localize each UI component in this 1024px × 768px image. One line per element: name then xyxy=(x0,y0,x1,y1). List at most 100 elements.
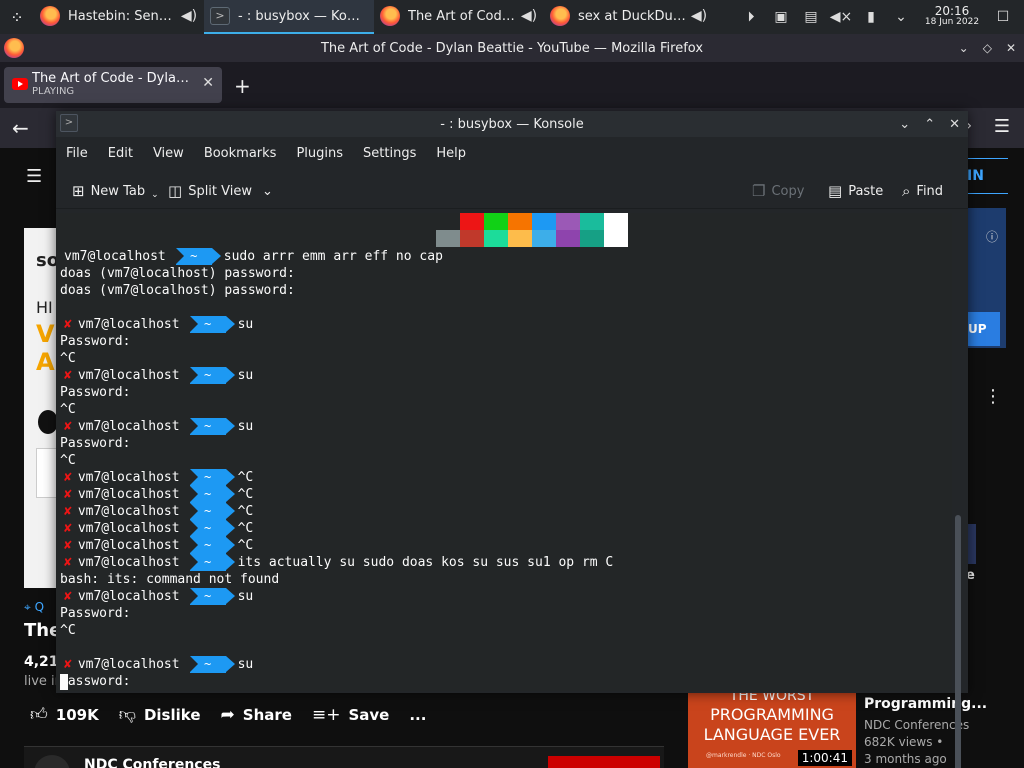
back-arrow-icon[interactable]: ← xyxy=(12,116,29,140)
more-options-icon[interactable]: ⋮ xyxy=(984,386,1002,407)
maximize-icon[interactable]: ⌃ xyxy=(924,117,935,132)
side-ad-button[interactable]: UP xyxy=(966,312,1000,346)
prompt-host: vm7@localhost xyxy=(77,368,180,383)
scrollbar[interactable] xyxy=(953,213,965,768)
speaker-icon[interactable]: ◀) xyxy=(180,8,198,24)
minimize-icon[interactable]: ⌄ xyxy=(899,117,910,132)
clock-time: 20:16 xyxy=(934,4,970,18)
dislike-button[interactable]: 👎︎ Dislike xyxy=(119,704,201,725)
taskbar-item-konsole[interactable]: > - : busybox — Konsole xyxy=(204,0,374,34)
menu-help[interactable]: Help xyxy=(436,146,466,161)
palette-swatch xyxy=(604,230,628,247)
menu-edit[interactable]: Edit xyxy=(108,146,133,161)
minimize-icon[interactable]: ⌄ xyxy=(959,41,969,55)
save-button[interactable]: ≡+ Save xyxy=(312,705,389,725)
prompt-dir-segment: ~ xyxy=(189,588,235,605)
output-line: ^C xyxy=(60,402,76,417)
speaker-icon[interactable]: ◀) xyxy=(520,8,538,24)
app-launcher-icon[interactable]: ⁘ xyxy=(0,0,34,34)
recommended-thumbnail[interactable]: THE WORST PROGRAMMING LANGUAGE EVER @mar… xyxy=(688,692,856,768)
prompt-dir-segment: ~ xyxy=(189,418,235,435)
prompt-host: vm7@localhost xyxy=(77,521,180,536)
share-button[interactable]: ➦ Share xyxy=(221,705,292,725)
scrollbar-thumb[interactable] xyxy=(955,515,961,768)
clipboard-icon[interactable]: ▤ xyxy=(796,0,826,34)
chevron-down-icon: ⌄ xyxy=(151,190,159,200)
tab-youtube[interactable]: The Art of Code - Dylan Beattie - YouTub… xyxy=(4,67,222,103)
menu-file[interactable]: File xyxy=(66,146,88,161)
menu-settings[interactable]: Settings xyxy=(363,146,416,161)
prompt-host: vm7@localhost xyxy=(77,470,180,485)
avatar[interactable] xyxy=(34,755,70,768)
close-icon[interactable]: ✕ xyxy=(949,117,960,132)
text-cursor xyxy=(60,674,68,690)
new-tab-button[interactable]: ⊞ New Tab ⌄ xyxy=(72,182,159,200)
battery-icon[interactable]: ▮ xyxy=(856,0,886,34)
palette-swatch xyxy=(460,213,484,230)
channel-name[interactable]: NDC Conferences xyxy=(84,757,220,768)
media-play-icon[interactable]: ⏵ xyxy=(736,0,766,34)
prompt-dir-segment: ~ xyxy=(189,367,235,384)
menu-plugins[interactable]: Plugins xyxy=(296,146,343,161)
thumbs-down-icon: 👎︎ xyxy=(118,705,136,725)
speaker-icon[interactable]: ◀) xyxy=(690,8,708,24)
info-icon[interactable]: ⓘ xyxy=(986,228,998,245)
palette-swatch xyxy=(508,213,532,230)
like-button[interactable]: 👍︎ 109K xyxy=(30,704,99,725)
error-cross-icon: ✘ xyxy=(64,419,72,434)
close-icon[interactable]: ✕ xyxy=(1006,41,1016,55)
paste-button[interactable]: ▤ Paste xyxy=(828,182,883,200)
youtube-icon xyxy=(12,78,28,90)
maximize-icon[interactable]: ◇ xyxy=(983,41,992,55)
command-text: ^C xyxy=(237,487,254,502)
video-actions: 👍︎ 109K 👎︎ Dislike ➦ Share ≡+ Save ... xyxy=(30,704,426,726)
chevron-down-icon: ⌄ xyxy=(262,183,273,199)
find-button[interactable]: ⌕ Find xyxy=(902,182,943,200)
window-title: The Art of Code - Dylan Beattie - YouTub… xyxy=(320,40,704,56)
output-line: Password: xyxy=(60,436,131,451)
guide-menu-icon[interactable]: ☰ xyxy=(26,166,42,187)
location-pin[interactable]: ⌖ Q xyxy=(24,600,44,615)
side-ad[interactable]: ⓘ UP xyxy=(966,208,1006,348)
prompt-dir-segment: ~ xyxy=(189,503,235,520)
command-text: su xyxy=(237,368,254,383)
paste-label: Paste xyxy=(848,183,884,199)
menu-bookmarks[interactable]: Bookmarks xyxy=(204,146,277,161)
palette-swatch xyxy=(604,213,628,230)
taskbar-item-duckduckgo[interactable]: sex at DuckDuc... ◀) xyxy=(544,0,714,34)
screenshot-icon[interactable]: ▣ xyxy=(766,0,796,34)
firefox-icon xyxy=(40,6,60,26)
palette-swatch xyxy=(580,230,604,247)
terminal-icon: > xyxy=(210,7,230,25)
firefox-icon xyxy=(550,6,570,26)
terminal-output[interactable]: vm7@localhost ~ sudo arrr emm arr eff no c… xyxy=(56,213,952,691)
taskbar-item-hastebin[interactable]: Hastebin: Send ... ◀) xyxy=(34,0,204,34)
more-actions-button[interactable]: ... xyxy=(409,706,426,724)
split-view-label: Split View xyxy=(188,183,252,199)
split-view-button[interactable]: ◫ Split View ⌄ xyxy=(168,182,273,200)
prompt-host: vm7@localhost xyxy=(77,538,180,553)
taskbar-item-label: sex at DuckDuc... xyxy=(578,8,686,24)
split-view-icon: ◫ xyxy=(168,182,183,200)
konsole-titlebar[interactable]: > - : busybox — Konsole ⌄ ⌃ ✕ xyxy=(56,111,968,137)
copy-label: Copy xyxy=(771,183,805,199)
palette-swatch xyxy=(484,230,508,247)
konsole-window[interactable]: > - : busybox — Konsole ⌄ ⌃ ✕ File Edit … xyxy=(56,111,968,768)
prompt-dir-segment: ~ xyxy=(189,656,235,673)
show-desktop-icon[interactable]: ☐ xyxy=(988,0,1018,34)
copy-button[interactable]: ❐ Copy xyxy=(752,182,804,200)
clock[interactable]: 20:16 18 Jun 2022 xyxy=(922,4,982,28)
thumbnail-text: THE WORST xyxy=(729,692,815,704)
ad-banner[interactable]: so HI V A xyxy=(24,228,58,588)
prompt-dir-segment: ~ xyxy=(189,486,235,503)
hamburger-menu-icon[interactable]: ☰ xyxy=(994,116,1010,137)
close-tab-icon[interactable]: ✕ xyxy=(202,75,214,91)
recommended-video[interactable]: Programming... NDC Conferences 682K view… xyxy=(864,696,1014,766)
subscribe-button[interactable] xyxy=(548,756,660,768)
menu-view[interactable]: View xyxy=(153,146,184,161)
taskbar-item-art-of-code[interactable]: The Art of Code ... ◀) xyxy=(374,0,544,34)
volume-muted-icon[interactable]: ◀× xyxy=(826,0,856,34)
chevron-down-icon[interactable]: ⌄ xyxy=(886,0,916,34)
new-tab-icon[interactable]: + xyxy=(234,74,251,98)
ad-brand: so xyxy=(36,250,58,271)
